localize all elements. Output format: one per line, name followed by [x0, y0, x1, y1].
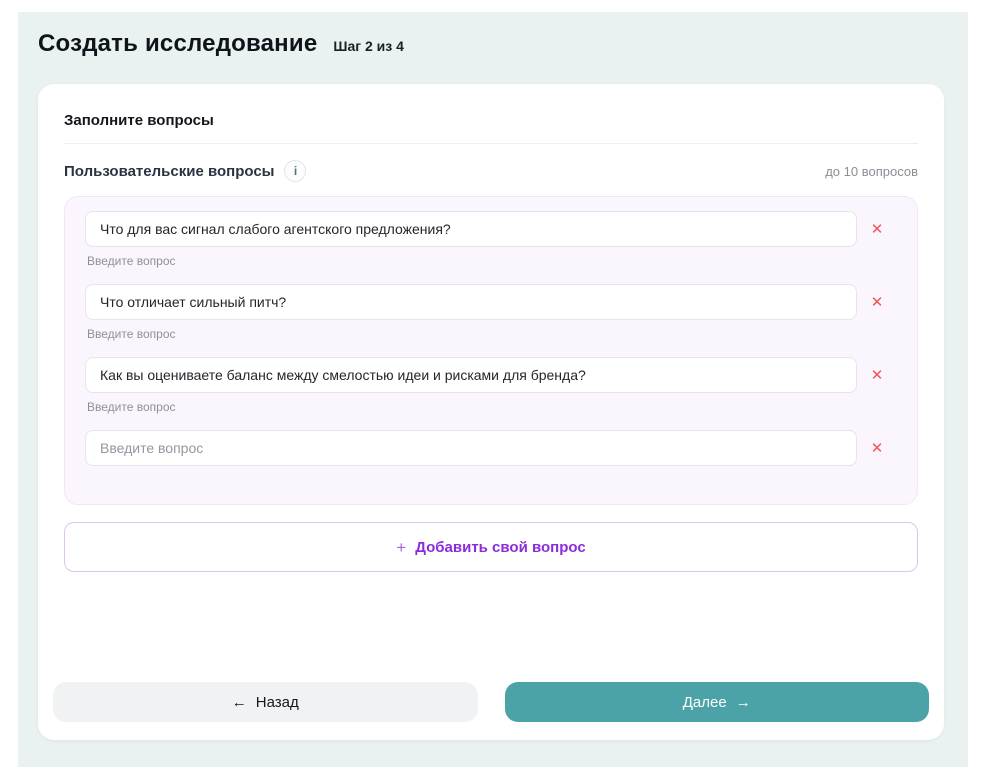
question-row: Введите вопрос ✕	[85, 284, 897, 343]
questions-panel: Введите вопрос ✕ Введите вопрос ✕	[64, 196, 918, 505]
question-row: Введите вопрос ✕	[85, 357, 897, 416]
footer-actions: ← Назад Далее →	[53, 682, 929, 722]
question-field-group: Введите вопрос	[85, 211, 857, 270]
app-background: Создать исследование Шаг 2 из 4 Заполнит…	[18, 12, 968, 767]
question-input[interactable]	[85, 430, 857, 466]
next-button[interactable]: Далее →	[504, 682, 929, 722]
questions-card: Заполните вопросы Пользовательские вопро…	[38, 84, 944, 740]
question-field-group	[85, 430, 857, 466]
question-helper-text: Введите вопрос	[87, 400, 176, 414]
step-indicator: Шаг 2 из 4	[333, 38, 404, 54]
info-icon[interactable]: i	[284, 160, 307, 182]
page-header: Создать исследование Шаг 2 из 4	[18, 12, 968, 58]
next-button-label: Далее	[682, 693, 727, 711]
back-arrow-icon: ←	[231, 693, 247, 711]
question-input[interactable]	[85, 284, 857, 320]
back-button-label: Назад	[255, 693, 299, 711]
remove-question-button[interactable]: ✕	[857, 284, 897, 320]
page-title: Создать исследование	[38, 30, 318, 57]
remove-question-icon: ✕	[870, 439, 884, 457]
question-field-group: Введите вопрос	[85, 357, 857, 416]
questions-limit-note: до 10 вопросов	[825, 163, 918, 179]
question-helper-text: Введите вопрос	[87, 254, 176, 268]
remove-question-button[interactable]: ✕	[857, 430, 897, 466]
custom-questions-label: Пользовательские вопросы	[64, 162, 275, 180]
add-question-button[interactable]: + Добавить свой вопрос	[64, 522, 918, 572]
question-row: ✕	[85, 430, 897, 466]
questions-header: Пользовательские вопросы i до 10 вопросо…	[64, 160, 918, 182]
remove-question-icon: ✕	[870, 366, 884, 384]
remove-question-button[interactable]: ✕	[857, 357, 897, 393]
next-arrow-icon: →	[735, 693, 751, 711]
divider	[64, 143, 918, 144]
question-input[interactable]	[85, 357, 857, 393]
section-title: Заполните вопросы	[64, 112, 214, 129]
add-question-label: Добавить свой вопрос	[415, 538, 586, 556]
plus-icon: +	[396, 537, 407, 557]
question-row: Введите вопрос ✕	[85, 211, 897, 270]
question-input[interactable]	[85, 211, 857, 247]
remove-question-button[interactable]: ✕	[857, 211, 897, 247]
remove-question-icon: ✕	[870, 220, 884, 238]
question-field-group: Введите вопрос	[85, 284, 857, 343]
question-helper-text: Введите вопрос	[87, 327, 176, 341]
back-button[interactable]: ← Назад	[53, 682, 478, 722]
remove-question-icon: ✕	[870, 293, 884, 311]
